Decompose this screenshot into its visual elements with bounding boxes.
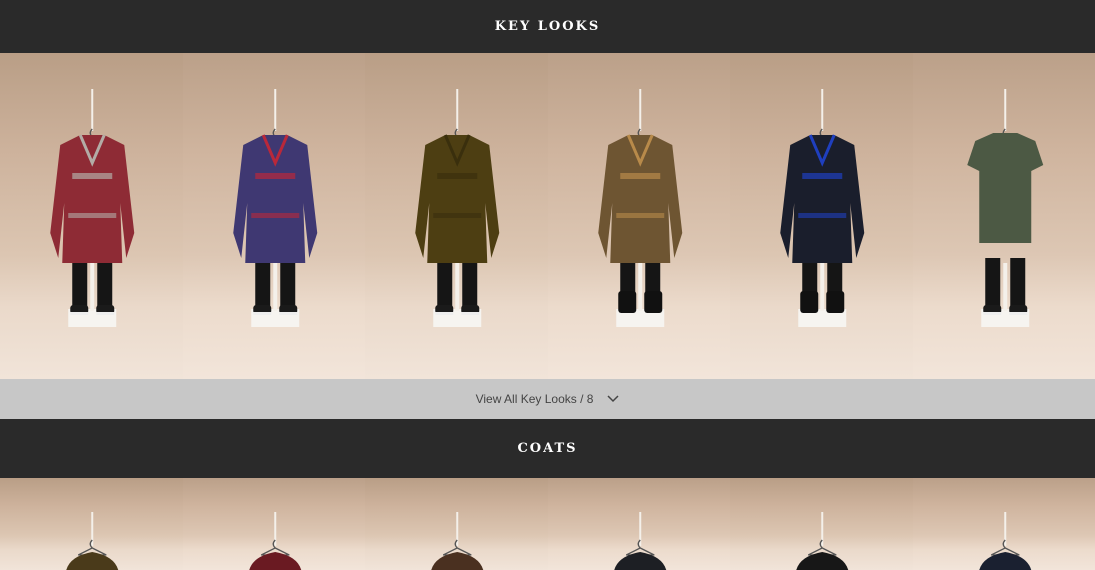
garment-pattern [619,173,660,179]
garment [415,135,500,263]
coat-garment [66,552,119,570]
coat-tile-6[interactable] [912,478,1095,570]
coat-tile-2[interactable] [182,478,365,570]
trouser-leg [984,258,1000,313]
coat-tile-5[interactable] [730,478,913,570]
garment-pattern [437,173,478,179]
garment-pattern [250,213,299,218]
shoe [826,291,845,313]
coat-garment [978,552,1031,570]
garment-pattern [615,213,664,218]
coat-garment [431,552,484,570]
stand-pole [90,263,95,311]
hanger-pole [821,89,824,131]
stand-pole [820,263,825,311]
shoe-sole [435,312,454,315]
shoe [643,291,662,313]
shoe-sole [252,312,271,315]
look-tile-1[interactable] [0,53,183,379]
key-looks-title: KEY LOOKS [494,19,601,34]
coat-tile-1[interactable] [0,478,183,570]
shoe-sole [70,312,89,315]
coat-image [431,512,484,570]
trouser-leg [462,258,478,313]
trouser-leg [254,258,270,313]
garment-pattern [802,173,843,179]
look-image [232,89,317,327]
chevron-down-icon [607,395,619,403]
shoe [617,291,636,313]
hanger-pole [91,89,94,131]
look-tile-4[interactable] [547,53,730,379]
garment-pattern [433,213,482,218]
stand-pole [455,263,460,311]
garment [50,135,135,263]
trouser-leg [437,258,453,313]
key-looks-header: KEY LOOKS [0,0,1095,53]
garment [780,135,865,263]
coat-garment [796,552,849,570]
stand-pole [272,263,277,311]
look-tile-2[interactable] [182,53,365,379]
garment-pattern [68,213,117,218]
look-tile-5[interactable] [730,53,913,379]
coats-header: COATS [0,419,1095,478]
shoe-sole [982,312,1001,315]
coat-tile-4[interactable] [547,478,730,570]
trouser-leg [279,258,295,313]
stand-pole [637,263,642,311]
coat-image [978,512,1031,570]
shoe-sole [1008,312,1027,315]
shoe [800,291,819,313]
shoe-sole [278,312,297,315]
coat-image [613,512,666,570]
look-tile-6[interactable] [912,53,1095,379]
coat-garment [613,552,666,570]
look-tile-3[interactable] [365,53,548,379]
coat-image [796,512,849,570]
trouser-leg [97,258,113,313]
coat-image [248,512,301,570]
trouser-leg [1009,258,1025,313]
garment [597,135,682,263]
coats-title: COATS [517,441,578,456]
look-image [966,89,1043,327]
hanger-pole [456,89,459,131]
garment [966,133,1043,243]
stand-pole [1002,263,1007,311]
hanger-pole [638,89,641,131]
look-image [50,89,135,327]
hanger-pole [273,89,276,131]
coat-image [66,512,119,570]
garment-pattern [798,213,847,218]
shoe-sole [461,312,480,315]
view-all-key-looks-button[interactable]: View All Key Looks / 8 [0,379,1095,419]
look-image [780,89,865,327]
garment [232,135,317,263]
look-image [415,89,500,327]
look-image [597,89,682,327]
hanger-pole [1003,89,1006,131]
key-looks-grid [0,53,1095,379]
shoe-sole [96,312,115,315]
view-all-label: View All Key Looks / 8 [475,392,594,406]
coat-tile-3[interactable] [365,478,548,570]
garment-pattern [72,173,113,179]
garment-pattern [254,173,295,179]
trouser-leg [72,258,88,313]
coats-grid [0,478,1095,570]
coat-garment [248,552,301,570]
